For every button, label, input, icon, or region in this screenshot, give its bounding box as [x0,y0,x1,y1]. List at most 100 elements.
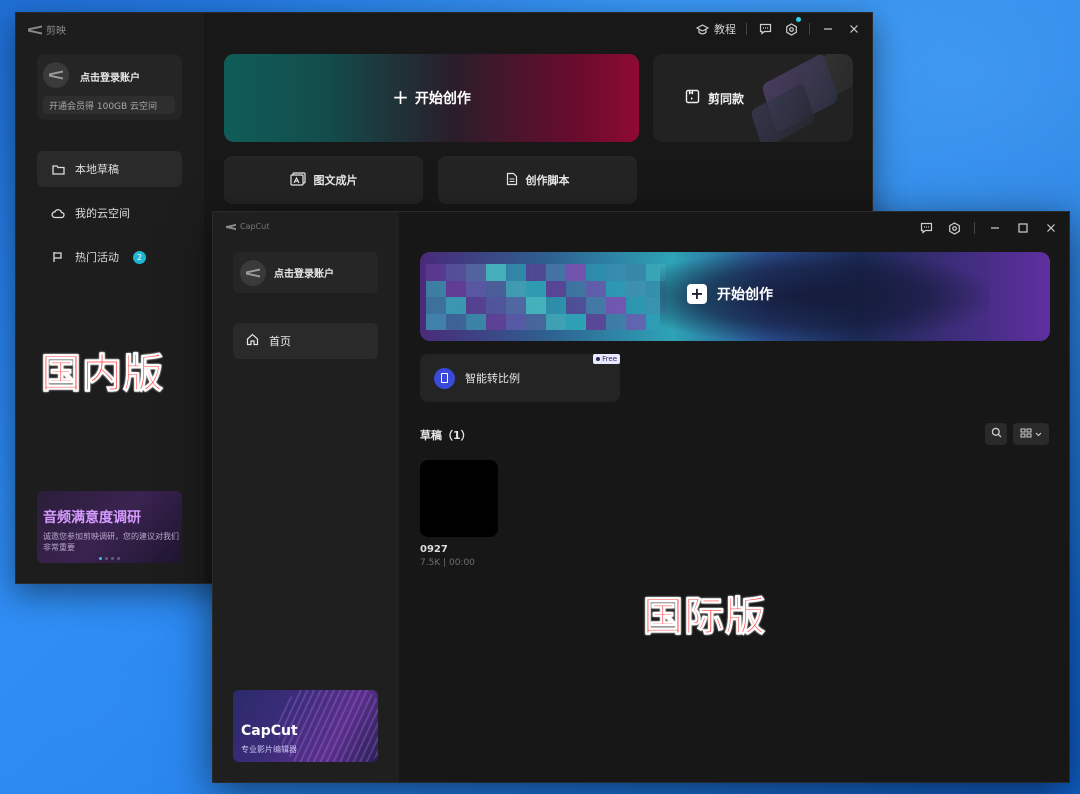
home-icon [246,333,259,349]
template-button[interactable]: 剪同款 [653,54,853,142]
sidebar-item-label: 本地草稿 [75,163,119,176]
mosaic-cell [586,264,606,281]
promo-name: CapCut [241,723,298,739]
login-label[interactable]: 点击登录账户 [274,265,334,280]
chevron-down-icon [1035,429,1042,440]
minimize-icon[interactable] [820,21,836,37]
login-label[interactable]: 点击登录账户 [80,69,140,84]
mosaic-cell [466,264,486,281]
settings-icon[interactable] [783,17,801,37]
mosaic-cell [626,313,646,330]
titlebar: 教程 [694,13,872,45]
divider [746,23,747,35]
mosaic-cell [606,264,626,281]
start-creation-button[interactable]: + 开始创作 [224,54,639,142]
capcut-promo-banner[interactable]: CapCut 专业影片编辑器 [233,690,378,762]
capcut-window: CapCut 点击登录账户 首页 CapCut 专业影片编辑器 + 开始创作 智… [212,211,1070,783]
drafts-heading: 草稿（1） [420,429,472,442]
close-icon[interactable] [1043,220,1059,236]
mosaic-cell [566,313,586,330]
avatar [240,259,266,286]
smart-resize-button[interactable]: 智能转比例 Free [420,354,620,402]
survey-body: 诚邀您参加剪映调研，您的建议对我们非常重要 [43,532,179,552]
draft-title[interactable]: 0927 [420,544,448,555]
account-card[interactable]: 点击登录账户 [233,252,378,293]
decorative-mosaic [426,264,666,330]
mosaic-cell [526,313,546,330]
divider [974,222,975,234]
carousel-dots[interactable] [99,557,120,560]
view-mode-dropdown[interactable] [1013,423,1049,445]
start-creation-button[interactable]: + 开始创作 [420,252,1050,341]
feedback-icon[interactable] [918,220,934,236]
mosaic-cell [546,264,566,281]
mosaic-cell [546,280,566,297]
app-name: 剪映 [46,26,66,37]
mosaic-cell [526,280,546,297]
mosaic-cell [606,280,626,297]
folder-icon [51,162,65,176]
cloud-icon [51,206,65,220]
mosaic-cell [566,280,586,297]
script-icon [506,172,518,189]
membership-promo[interactable]: 开通会员得 100GB 云空间 [43,96,175,114]
image-text-to-video-button[interactable]: 图文成片 [224,156,423,204]
creation-script-button[interactable]: 创作脚本 [438,156,637,204]
jianying-logo-icon [28,25,42,35]
graduation-cap-icon[interactable] [694,21,710,37]
avatar-logo-icon [49,70,63,80]
sidebar-item-local-drafts[interactable]: 本地草稿 [37,151,182,187]
mosaic-cell [506,297,526,314]
mosaic-cell [506,264,526,281]
maximize-icon[interactable] [1015,220,1031,236]
mosaic-cell [446,280,466,297]
survey-title: 音频满意度调研 [43,510,141,526]
start-creation-label: 开始创作 [414,91,471,107]
image-text-icon [289,171,306,189]
search-button[interactable] [985,423,1007,445]
promo-subtitle: 专业影片编辑器 [241,745,297,754]
search-icon [991,427,1002,441]
action-label: 创作脚本 [525,174,570,187]
sidebar-item-home[interactable]: 首页 [233,323,378,359]
mosaic-cell [446,264,466,281]
mosaic-cell [606,313,626,330]
mosaic-cell [426,280,446,297]
mosaic-cell [426,313,446,330]
sidebar: CapCut 点击登录账户 首页 CapCut 专业影片编辑器 [213,212,399,782]
avatar [43,62,69,88]
flag-icon [51,250,65,264]
mosaic-cell [506,280,526,297]
capcut-logo-icon [226,223,236,231]
mosaic-cell [566,264,586,281]
divider [809,23,810,35]
survey-banner[interactable]: 音频满意度调研 诚邀您参加剪映调研，您的建议对我们非常重要 [37,491,182,563]
mosaic-cell [486,280,506,297]
international-overlay-label: 国际版 [643,593,766,641]
mosaic-cell [486,297,506,314]
sidebar-item-cloud-space[interactable]: 我的云空间 [37,195,182,231]
aspect-ratio-icon [434,367,455,389]
titlebar [918,212,1069,244]
app-logo: CapCut [226,222,269,231]
mosaic-cell [426,264,446,281]
minimize-icon[interactable] [987,220,1003,236]
plus-icon: + [392,85,409,109]
mosaic-cell [526,297,546,314]
feedback-icon[interactable] [757,21,773,37]
close-icon[interactable] [846,21,862,37]
mosaic-cell [546,297,566,314]
settings-icon[interactable] [946,220,962,236]
draft-thumbnail[interactable] [420,460,498,537]
action-label: 图文成片 [313,174,358,187]
tutorial-link[interactable]: 教程 [714,21,736,37]
smart-resize-label: 智能转比例 [465,372,520,385]
account-card[interactable]: 点击登录账户 开通会员得 100GB 云空间 [37,54,182,120]
update-dot [796,17,801,22]
sidebar-item-label: 我的云空间 [75,207,130,220]
app-logo: 剪映 [28,22,66,37]
mosaic-cell [566,297,586,314]
sidebar-item-events[interactable]: 热门活动 2 [37,239,182,275]
mosaic-cell [546,313,566,330]
sidebar-item-label: 热门活动 [75,251,119,264]
